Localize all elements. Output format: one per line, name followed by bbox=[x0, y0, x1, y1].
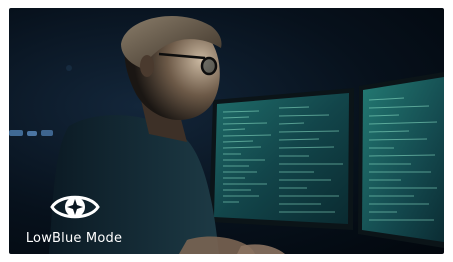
lowblue-mode-badge: LowBlue Mode bbox=[19, 188, 129, 254]
hero-image: LowBlue Mode bbox=[9, 8, 444, 254]
monitor-left bbox=[209, 88, 354, 230]
background-bokeh bbox=[9, 65, 72, 136]
eye-icon bbox=[50, 188, 100, 226]
badge-label: LowBlue Mode bbox=[25, 231, 123, 246]
monitor-right bbox=[358, 72, 444, 248]
